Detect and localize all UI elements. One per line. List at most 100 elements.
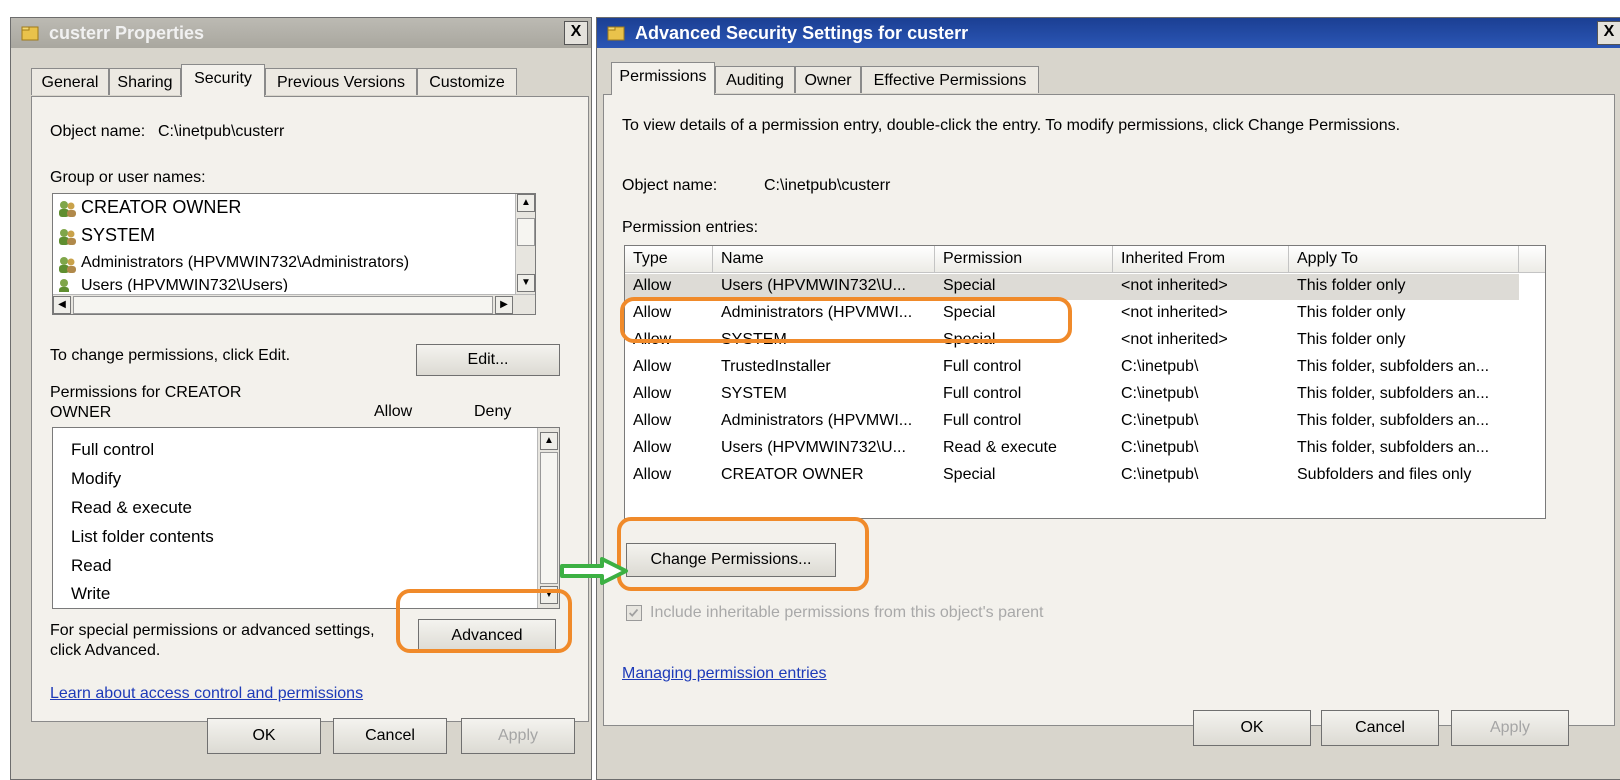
cell-type: Allow bbox=[633, 358, 672, 375]
list-item: Write bbox=[71, 584, 111, 603]
cell-permission: Full control bbox=[943, 385, 1022, 402]
list-item[interactable]: CREATOR OWNER bbox=[57, 196, 517, 222]
scroll-thumb[interactable] bbox=[540, 452, 558, 584]
advanced-security-title-bar[interactable]: Advanced Security Settings for custerr bbox=[597, 18, 1620, 48]
table-row[interactable]: Allow Administrators (HPVMWI... Special <no… bbox=[625, 301, 1519, 327]
cell-permission: Special bbox=[943, 304, 996, 321]
green-arrow-icon bbox=[560, 557, 628, 585]
tab-customize[interactable]: Customize bbox=[417, 68, 517, 95]
column-header-name[interactable]: Name bbox=[713, 246, 935, 272]
group-names-label: Group or user names: bbox=[50, 169, 206, 186]
table-row[interactable]: Allow SYSTEM Special <not inherited> This fo… bbox=[625, 328, 1519, 354]
cell-permission: Full control bbox=[943, 412, 1022, 429]
cell-apply-to: This folder, subfolders an... bbox=[1297, 358, 1490, 375]
properties-tabs: General Sharing Security Previous Versio… bbox=[31, 64, 551, 97]
tab-effective-permissions[interactable]: Effective Permissions bbox=[861, 66, 1039, 93]
cell-inherited-from: <not inherited> bbox=[1121, 304, 1228, 321]
table-row[interactable]: Allow Users (HPVMWIN732\U... Read & execut… bbox=[625, 436, 1519, 462]
tab-sharing[interactable]: Sharing bbox=[109, 68, 181, 95]
cell-type: Allow bbox=[633, 331, 672, 348]
properties-title: custerr Properties bbox=[49, 23, 205, 43]
permissions-list[interactable]: Full control Modify Read & execute List … bbox=[52, 427, 560, 609]
advanced-hint: For special permissions or advanced sett… bbox=[50, 622, 375, 659]
list-item: Read & execute bbox=[71, 498, 192, 517]
column-header-apply-to[interactable]: Apply To bbox=[1289, 246, 1519, 272]
scroll-left-icon[interactable]: ◀ bbox=[53, 296, 71, 314]
ok-button[interactable]: OK bbox=[207, 718, 321, 754]
close-icon[interactable]: X bbox=[1597, 21, 1620, 45]
list-item[interactable]: Users (HPVMWIN732\Users) bbox=[57, 278, 517, 292]
table-row[interactable]: Allow TrustedInstaller Full control C:\inet… bbox=[625, 355, 1519, 381]
group-list[interactable]: CREATOR OWNER SYSTEM Administrators (HPV… bbox=[52, 193, 536, 315]
column-header-permission[interactable]: Permission bbox=[935, 246, 1113, 272]
cell-apply-to: Subfolders and files only bbox=[1297, 466, 1472, 483]
allow-column-header: Allow bbox=[374, 403, 413, 420]
scroll-up-icon[interactable]: ▲ bbox=[540, 432, 558, 450]
table-row[interactable]: Allow Administrators (HPVMWI... Full contr… bbox=[625, 409, 1519, 435]
cell-name: CREATOR OWNER bbox=[721, 466, 864, 483]
ok-button[interactable]: OK bbox=[1193, 710, 1311, 746]
instruction-text: To view details of a permission entry, d… bbox=[622, 117, 1401, 134]
table-row[interactable]: Allow CREATOR OWNER Special C:\inetpub\ Subf… bbox=[625, 463, 1519, 489]
cell-name: Administrators (HPVMWI... bbox=[721, 412, 913, 429]
change-permissions-button[interactable]: Change Permissions... bbox=[626, 543, 836, 577]
cell-apply-to: This folder, subfolders an... bbox=[1297, 439, 1490, 456]
learn-access-control-link[interactable]: Learn about access control and permissio… bbox=[50, 685, 363, 703]
cancel-button[interactable]: Cancel bbox=[1321, 710, 1439, 746]
apply-button[interactable]: Apply bbox=[1451, 710, 1569, 746]
cancel-button[interactable]: Cancel bbox=[333, 718, 447, 754]
cell-type: Allow bbox=[633, 385, 672, 402]
tab-permissions[interactable]: Permissions bbox=[611, 62, 715, 95]
cell-inherited-from: <not inherited> bbox=[1121, 277, 1228, 294]
scroll-down-icon[interactable]: ▼ bbox=[517, 274, 535, 292]
checkmark-icon bbox=[629, 608, 639, 617]
object-name-label: Object name: bbox=[622, 177, 718, 194]
managing-permission-entries-link[interactable]: Managing permission entries bbox=[622, 665, 827, 683]
tab-auditing[interactable]: Auditing bbox=[715, 66, 795, 93]
tab-security[interactable]: Security bbox=[181, 64, 265, 97]
users-icon bbox=[59, 279, 69, 292]
cell-type: Allow bbox=[633, 304, 672, 321]
properties-window: custerr Properties X General Sharing Sec… bbox=[10, 17, 592, 780]
permissions-panel: To view details of a permission entry, d… bbox=[603, 94, 1615, 726]
cell-type: Allow bbox=[633, 439, 672, 456]
cell-name: Administrators (HPVMWI... bbox=[721, 304, 913, 321]
edit-button[interactable]: Edit... bbox=[416, 344, 560, 376]
scroll-thumb[interactable] bbox=[73, 296, 493, 314]
cell-inherited-from: <not inherited> bbox=[1121, 331, 1228, 348]
permission-entries-label: Permission entries: bbox=[622, 219, 759, 236]
scroll-right-icon[interactable]: ▶ bbox=[495, 296, 513, 314]
scroll-thumb[interactable] bbox=[517, 218, 535, 246]
close-icon[interactable]: X bbox=[564, 21, 588, 45]
tab-general[interactable]: General bbox=[31, 68, 109, 95]
list-item: Modify bbox=[71, 469, 122, 488]
scroll-up-icon[interactable]: ▲ bbox=[517, 194, 535, 212]
advanced-button[interactable]: Advanced bbox=[418, 619, 556, 653]
group-list-hscrollbar[interactable]: ◀ ▶ bbox=[53, 294, 535, 314]
scroll-down-icon[interactable]: ▼ bbox=[540, 586, 558, 604]
list-item[interactable]: SYSTEM bbox=[57, 224, 517, 250]
list-item[interactable]: Administrators (HPVMWIN732\Administrator… bbox=[57, 252, 517, 278]
table-row[interactable]: Allow Users (HPVMWIN732\U... Special <not i… bbox=[625, 274, 1519, 300]
cell-inherited-from: C:\inetpub\ bbox=[1121, 439, 1199, 456]
advanced-security-title: Advanced Security Settings for custerr bbox=[635, 23, 969, 43]
cell-inherited-from: C:\inetpub\ bbox=[1121, 412, 1199, 429]
column-header-type[interactable]: Type bbox=[625, 246, 713, 272]
permissions-vscrollbar[interactable]: ▲ ▼ bbox=[537, 428, 559, 608]
properties-title-bar[interactable]: custerr Properties bbox=[11, 18, 591, 48]
group-list-vscrollbar[interactable]: ▲ ▼ bbox=[515, 194, 535, 294]
tab-previous-versions[interactable]: Previous Versions bbox=[265, 68, 417, 95]
permission-entries-table[interactable]: Type Name Permission Inherited From Appl… bbox=[624, 245, 1546, 519]
tab-owner[interactable]: Owner bbox=[795, 66, 861, 93]
cell-permission: Special bbox=[943, 466, 996, 483]
cell-type: Allow bbox=[633, 412, 672, 429]
table-row[interactable]: Allow SYSTEM Full control C:\inetpub\ This f… bbox=[625, 382, 1519, 408]
list-item: Read bbox=[71, 556, 112, 575]
cell-apply-to: This folder only bbox=[1297, 304, 1406, 321]
list-item: Full control bbox=[71, 440, 155, 459]
include-inheritable-checkbox[interactable] bbox=[626, 605, 642, 621]
column-header-inherited-from[interactable]: Inherited From bbox=[1113, 246, 1289, 272]
apply-button[interactable]: Apply bbox=[461, 718, 575, 754]
cell-inherited-from: C:\inetpub\ bbox=[1121, 358, 1199, 375]
users-icon bbox=[59, 257, 76, 273]
